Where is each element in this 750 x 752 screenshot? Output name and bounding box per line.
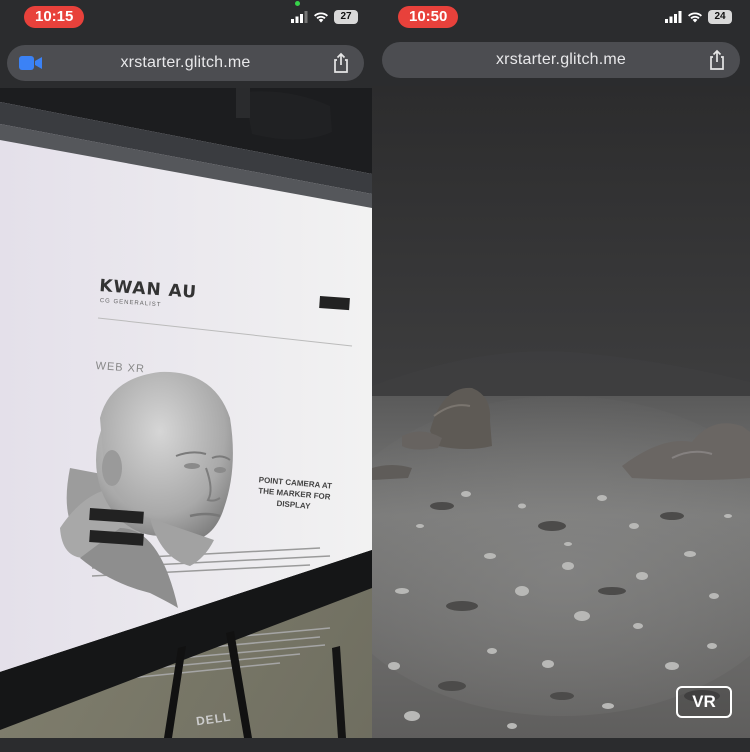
url-text: xrstarter.glitch.me — [495, 51, 627, 68]
address-bar[interactable]: xrstarter.glitch.me — [7, 45, 364, 81]
enter-vr-button[interactable]: VR — [676, 686, 732, 718]
right-phone-screen: 10:50 24 xrstarter.glitch.me VR — [372, 0, 750, 752]
url-text: xrstarter.glitch.me — [120, 54, 251, 71]
status-time: 10:50 — [398, 6, 459, 28]
ar-camera-view[interactable]: KWAN AU CG GENERALIST WEB XR POINT CAMER… — [0, 88, 372, 738]
status-time: 10:15 — [24, 6, 85, 28]
signal-icon — [665, 11, 682, 23]
wifi-icon — [688, 12, 702, 23]
status-bar: 10:15 27 — [0, 0, 372, 40]
vr-scene-view[interactable]: VR — [372, 86, 750, 738]
share-icon[interactable] — [706, 49, 728, 71]
status-icons: 27 — [291, 9, 358, 25]
marker-prompt-text: POINT CAMERA AT THE MARKER FOR DISPLAY — [257, 475, 333, 511]
status-icons: 24 — [665, 9, 732, 25]
camera-scene — [0, 88, 372, 738]
page-nav-button — [319, 296, 350, 311]
battery-icon: 24 — [708, 10, 732, 24]
left-phone-screen: 10:15 27 xrstarter.glitch.me KWAN AU CG … — [0, 0, 372, 752]
signal-icon — [291, 11, 308, 23]
address-bar[interactable]: xrstarter.glitch.me — [382, 42, 740, 78]
vr-terrain-scene — [372, 86, 750, 738]
toolbar-strip — [372, 738, 750, 752]
share-icon[interactable] — [330, 52, 352, 74]
camera-in-use-indicator — [295, 1, 300, 6]
wifi-icon — [314, 12, 328, 23]
toolbar-strip — [0, 738, 372, 752]
battery-icon: 27 — [334, 10, 358, 24]
status-bar: 10:50 24 — [372, 0, 750, 40]
